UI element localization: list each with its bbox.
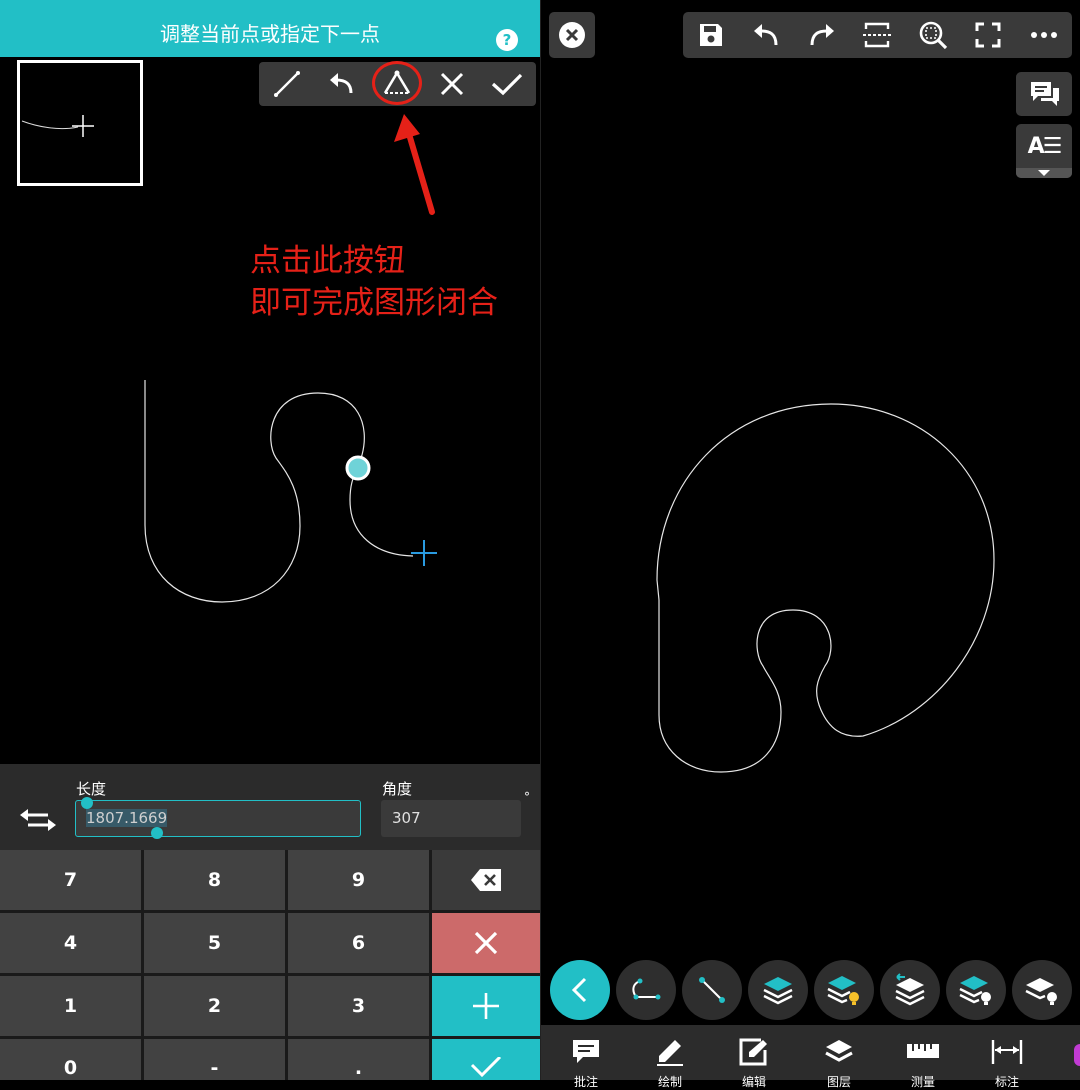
ruler-icon [907, 1044, 939, 1058]
section-icon[interactable] [849, 12, 904, 58]
confirm-icon[interactable] [479, 62, 534, 106]
clear-icon [474, 931, 498, 955]
pencil-icon [657, 1040, 683, 1066]
hint-text: 调整当前点或指定下一点 [160, 22, 380, 46]
key-8[interactable]: 8 [144, 850, 285, 910]
color-picker-icon[interactable] [1074, 1044, 1080, 1066]
backspace-key[interactable] [432, 850, 540, 910]
fullscreen-icon[interactable] [960, 12, 1015, 58]
current-point-handle [345, 455, 371, 481]
key-6[interactable]: 6 [288, 913, 429, 973]
angle-label: 角度 [382, 780, 413, 798]
layer-icon[interactable] [748, 960, 808, 1020]
key-9[interactable]: 9 [288, 850, 429, 910]
key-7[interactable]: 7 [0, 850, 141, 910]
annotation-text: 点击此按钮 即可完成图形闭合 [250, 243, 498, 321]
length-label: 长度 [76, 780, 107, 798]
annotation-highlight-ring [372, 61, 422, 105]
tab-layers-label: 图层 [826, 1075, 851, 1089]
dimension-icon [991, 1040, 1023, 1064]
enter-key[interactable] [432, 1039, 540, 1080]
redo-icon[interactable] [794, 12, 849, 58]
degree-symbol: ° [524, 790, 530, 804]
more-icon[interactable] [1016, 12, 1071, 58]
comments-icon [1031, 82, 1059, 106]
comment-icon [573, 1040, 599, 1063]
drawing-canvas-right[interactable] [541, 0, 1080, 1080]
edit-icon [739, 1038, 767, 1066]
text-style-label: A☰ [1027, 134, 1063, 159]
selection-handle-end[interactable] [151, 827, 163, 839]
tab-edit-label: 编辑 [741, 1075, 766, 1089]
save-icon[interactable] [683, 12, 738, 58]
close-icon [559, 22, 585, 48]
key-3[interactable]: 3 [288, 976, 429, 1036]
angle-input[interactable]: 307 [381, 800, 521, 837]
key-1[interactable]: 1 [0, 976, 141, 1036]
comment-list-button[interactable] [1016, 72, 1072, 116]
length-input[interactable]: 1807.1669 [75, 800, 361, 837]
tab-edit[interactable] [734, 1038, 774, 1068]
text-style-button[interactable]: A☰ [1016, 124, 1072, 178]
tab-dimension[interactable] [987, 1038, 1027, 1068]
layer-arrange-icon[interactable] [880, 960, 940, 1020]
zoom-window-icon[interactable] [905, 12, 960, 58]
annotation-arrow-icon [394, 114, 435, 215]
key-4[interactable]: 4 [0, 913, 141, 973]
layer-on-icon[interactable] [814, 960, 874, 1020]
line-icon[interactable] [259, 62, 314, 106]
drawing-canvas-left[interactable]: 调整当前点或指定下一点 ? 点击此按钮 即可完成图形闭合 长度 1807.166… [0, 0, 540, 1080]
cancel-icon[interactable] [424, 62, 479, 106]
expand-tab[interactable] [1016, 168, 1072, 178]
line-icon[interactable] [682, 960, 742, 1020]
layer-off-icon[interactable] [1012, 960, 1072, 1020]
cursor-crosshair-icon [411, 540, 437, 566]
key-5[interactable]: 5 [144, 913, 285, 973]
key-2[interactable]: 2 [144, 976, 285, 1036]
key-dot[interactable]: . [288, 1039, 429, 1080]
length-value: 1807.1669 [86, 809, 168, 827]
tab-draw-label: 绘制 [657, 1075, 682, 1089]
swap-icon[interactable] [18, 805, 58, 835]
closed-shape-drawing [656, 403, 995, 773]
tab-dimension-label: 标注 [994, 1075, 1019, 1089]
tab-measure[interactable] [903, 1038, 943, 1068]
close-button[interactable] [549, 12, 595, 58]
undo-icon[interactable] [738, 12, 793, 58]
tab-measure-label: 测量 [910, 1075, 935, 1089]
layers-icon [825, 1040, 853, 1062]
check-icon [470, 1057, 502, 1078]
magnifier-preview [17, 60, 143, 186]
polyline-icon[interactable] [616, 960, 676, 1020]
selection-handle-start[interactable] [81, 797, 93, 809]
backspace-icon [471, 869, 501, 891]
key-0[interactable]: 0 [0, 1039, 141, 1080]
tab-comment[interactable] [566, 1038, 606, 1068]
clear-key[interactable] [432, 913, 540, 973]
key-minus[interactable]: - [144, 1039, 285, 1080]
add-key[interactable] [432, 976, 540, 1036]
tab-comment-label: 批注 [573, 1075, 598, 1089]
layer-bulb-icon[interactable] [946, 960, 1006, 1020]
tab-layers[interactable] [819, 1038, 859, 1068]
help-button[interactable]: ? [496, 29, 518, 51]
tab-draw[interactable] [650, 1038, 690, 1068]
back-icon[interactable] [550, 960, 610, 1020]
main-toolbar [683, 12, 1072, 58]
undo-icon[interactable] [314, 62, 369, 106]
plus-icon [473, 993, 499, 1019]
